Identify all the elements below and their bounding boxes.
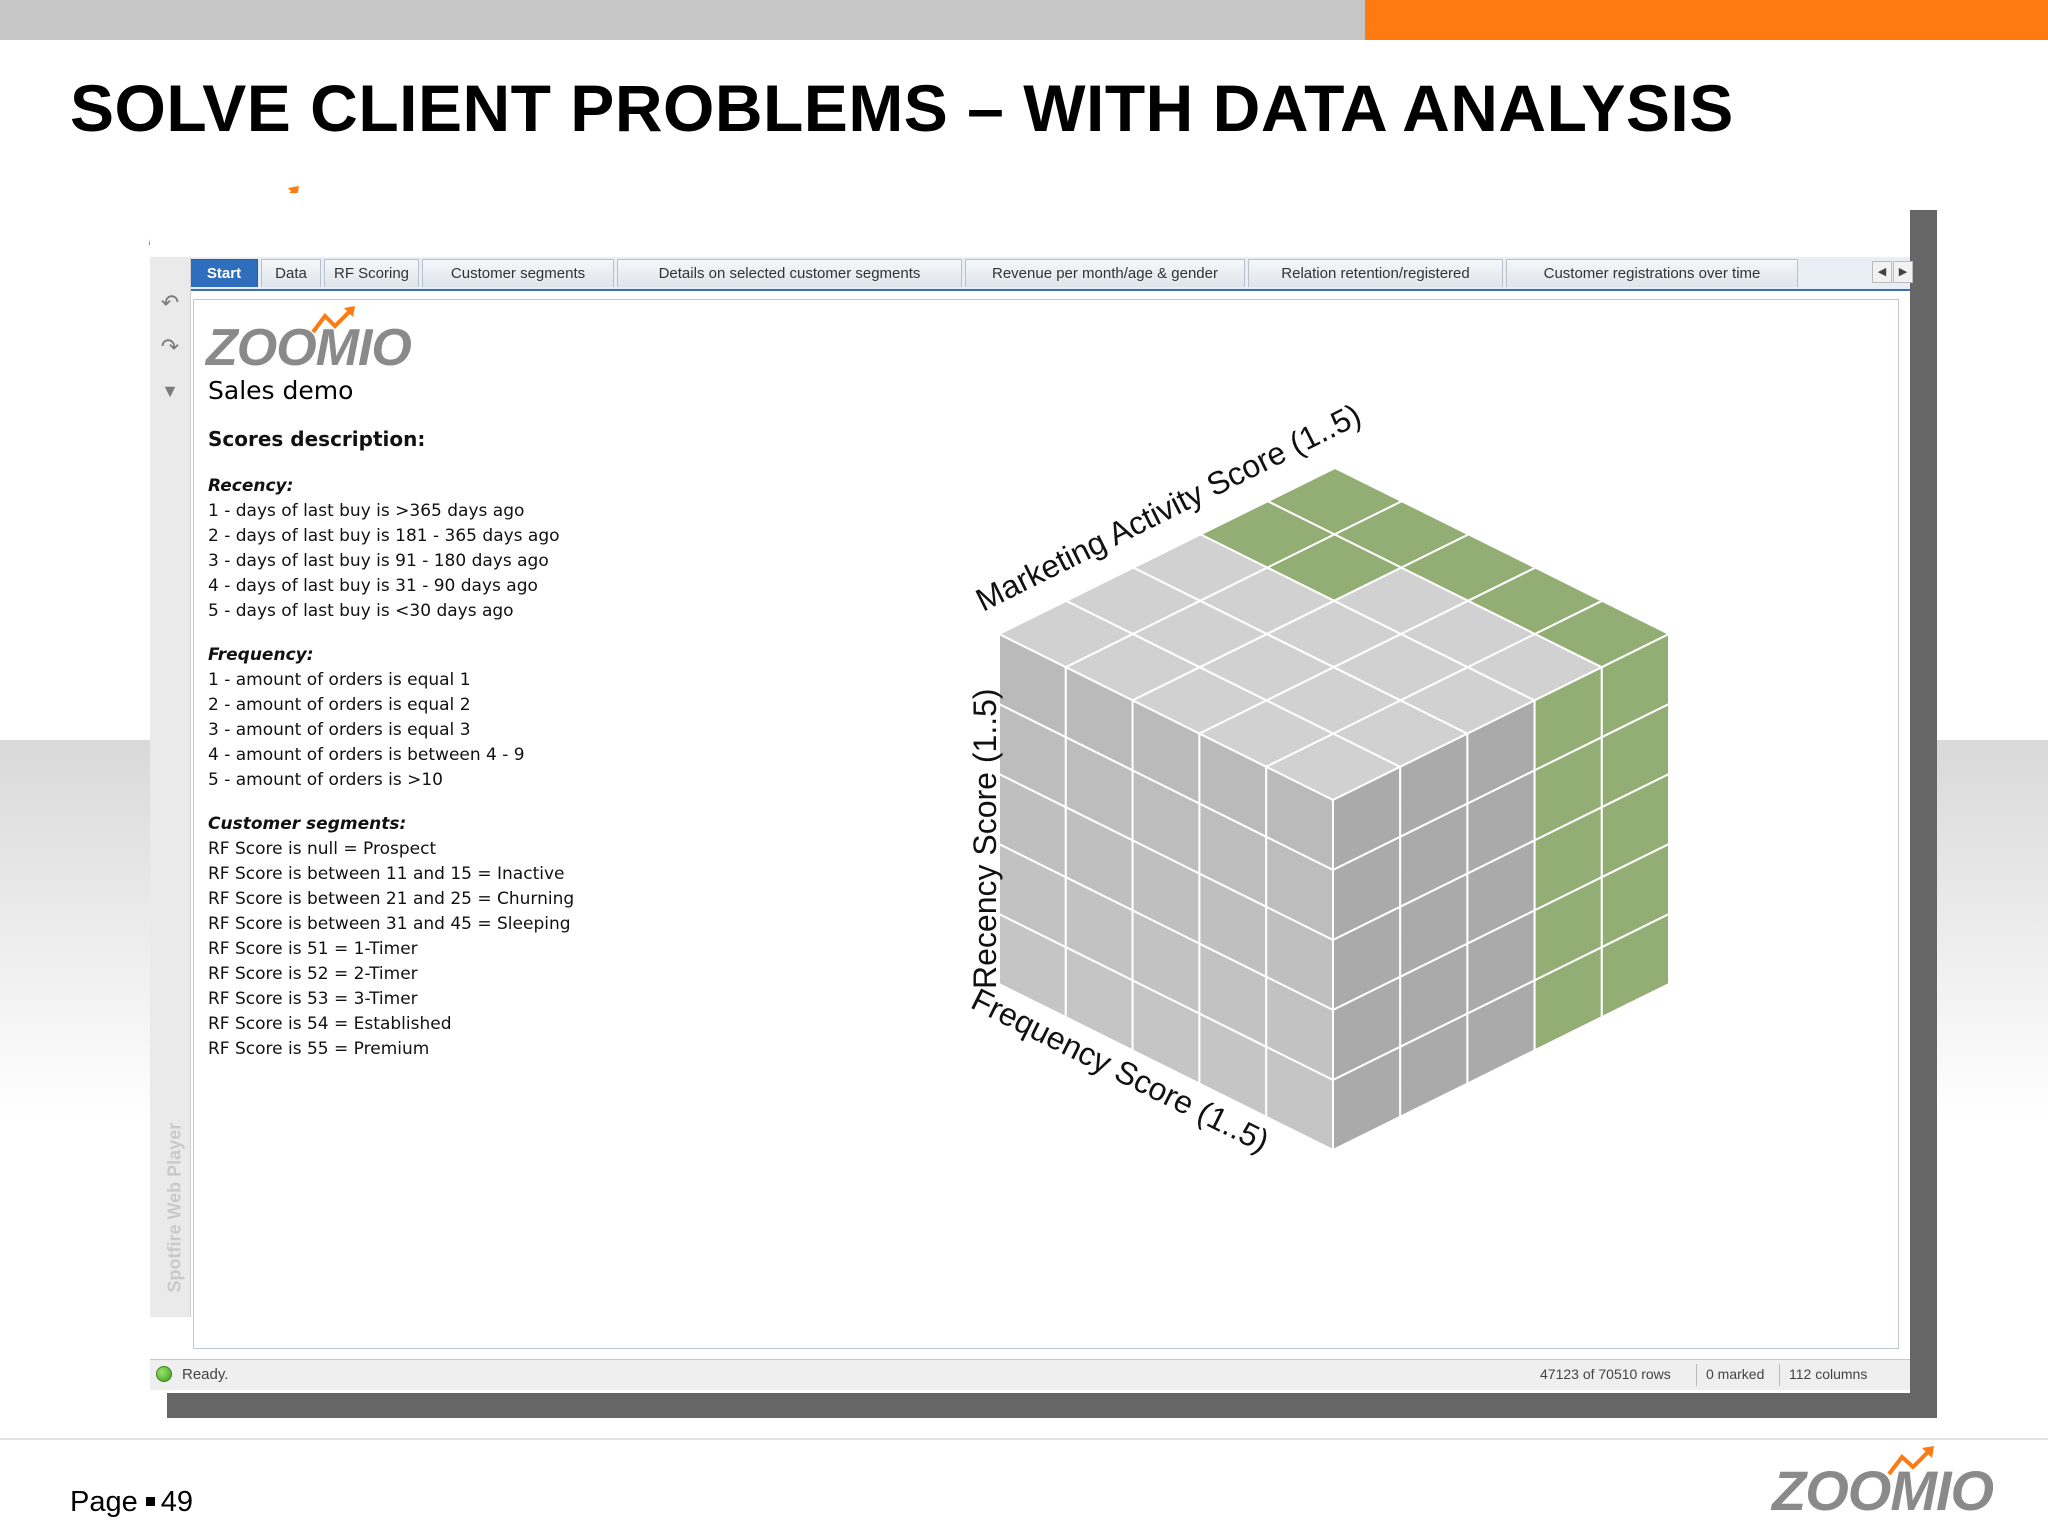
row-count: 47123 of 70510 rows <box>1540 1366 1671 1382</box>
top-bar-accent <box>1365 0 2048 40</box>
status-ok-icon <box>156 1366 172 1382</box>
axis-label-recency: Recency Score (1..5) <box>967 688 1003 989</box>
page-label: Page <box>70 1486 138 1518</box>
footer-logo-arrow-icon <box>1887 1446 1934 1476</box>
footer-logo: ZOOMIO <box>1772 1446 1994 1523</box>
tab-data[interactable]: Data <box>261 259 321 287</box>
page-number-value: 49 <box>160 1486 193 1518</box>
undo-icon[interactable]: ↶ <box>158 291 182 315</box>
column-count: 112 columns <box>1789 1366 1868 1382</box>
tab-bar: ◀ ▶ Start Data RF Scoring Customer segments… <box>190 257 1913 291</box>
tab-relation-retention-registered[interactable]: Relation retention/registered <box>1248 259 1503 287</box>
tab-rf-scoring[interactable]: RF Scoring <box>324 259 419 287</box>
status-bar: Ready. 47123 of 70510 rows 0 marked 112 … <box>150 1359 1910 1390</box>
tab-scroll-right-icon[interactable]: ▶ <box>1893 261 1913 283</box>
spotfire-window: ◀ ▶ Start Data RF Scoring Customer segments… <box>150 193 1913 1393</box>
status-text: Ready. <box>182 1366 229 1383</box>
slide-title: SOLVE CLIENT PROBLEMS – WITH DATA ANALYS… <box>70 71 1734 145</box>
tab-revenue-per-month-age-gender[interactable]: Revenue per month/age & gender <box>965 259 1245 287</box>
marked-count: 0 marked <box>1706 1366 1765 1382</box>
tab-customer-segments[interactable]: Customer segments <box>422 259 614 287</box>
page-number: Page 49 <box>70 1486 193 1519</box>
redo-icon[interactable]: ↷ <box>158 335 182 359</box>
left-toolbar: ↶ ↷ ▼ Spotfire Web Player <box>150 257 191 1317</box>
tab-details-on-selected-customer-segments[interactable]: Details on selected customer segments <box>617 259 962 287</box>
rfm-cube-diagram: Marketing Activity Score (1..5) Recency … <box>966 396 1672 1159</box>
tab-customer-registrations-over-time[interactable]: Customer registrations over time <box>1506 259 1798 287</box>
analysis-canvas: ZOOMIO Sales demo Scores description: Re… <box>193 299 1899 1349</box>
top-bar-gray <box>0 0 1365 40</box>
side-label: Spotfire Web Player <box>164 1122 185 1293</box>
footer-logo-text: ZOOMIO <box>1772 1459 1994 1522</box>
bookmark-icon[interactable]: ▼ <box>158 379 182 403</box>
tab-start[interactable]: Start <box>190 259 258 287</box>
footer-rule <box>0 1438 2048 1440</box>
tab-scroll-left-icon[interactable]: ◀ <box>1872 261 1892 283</box>
